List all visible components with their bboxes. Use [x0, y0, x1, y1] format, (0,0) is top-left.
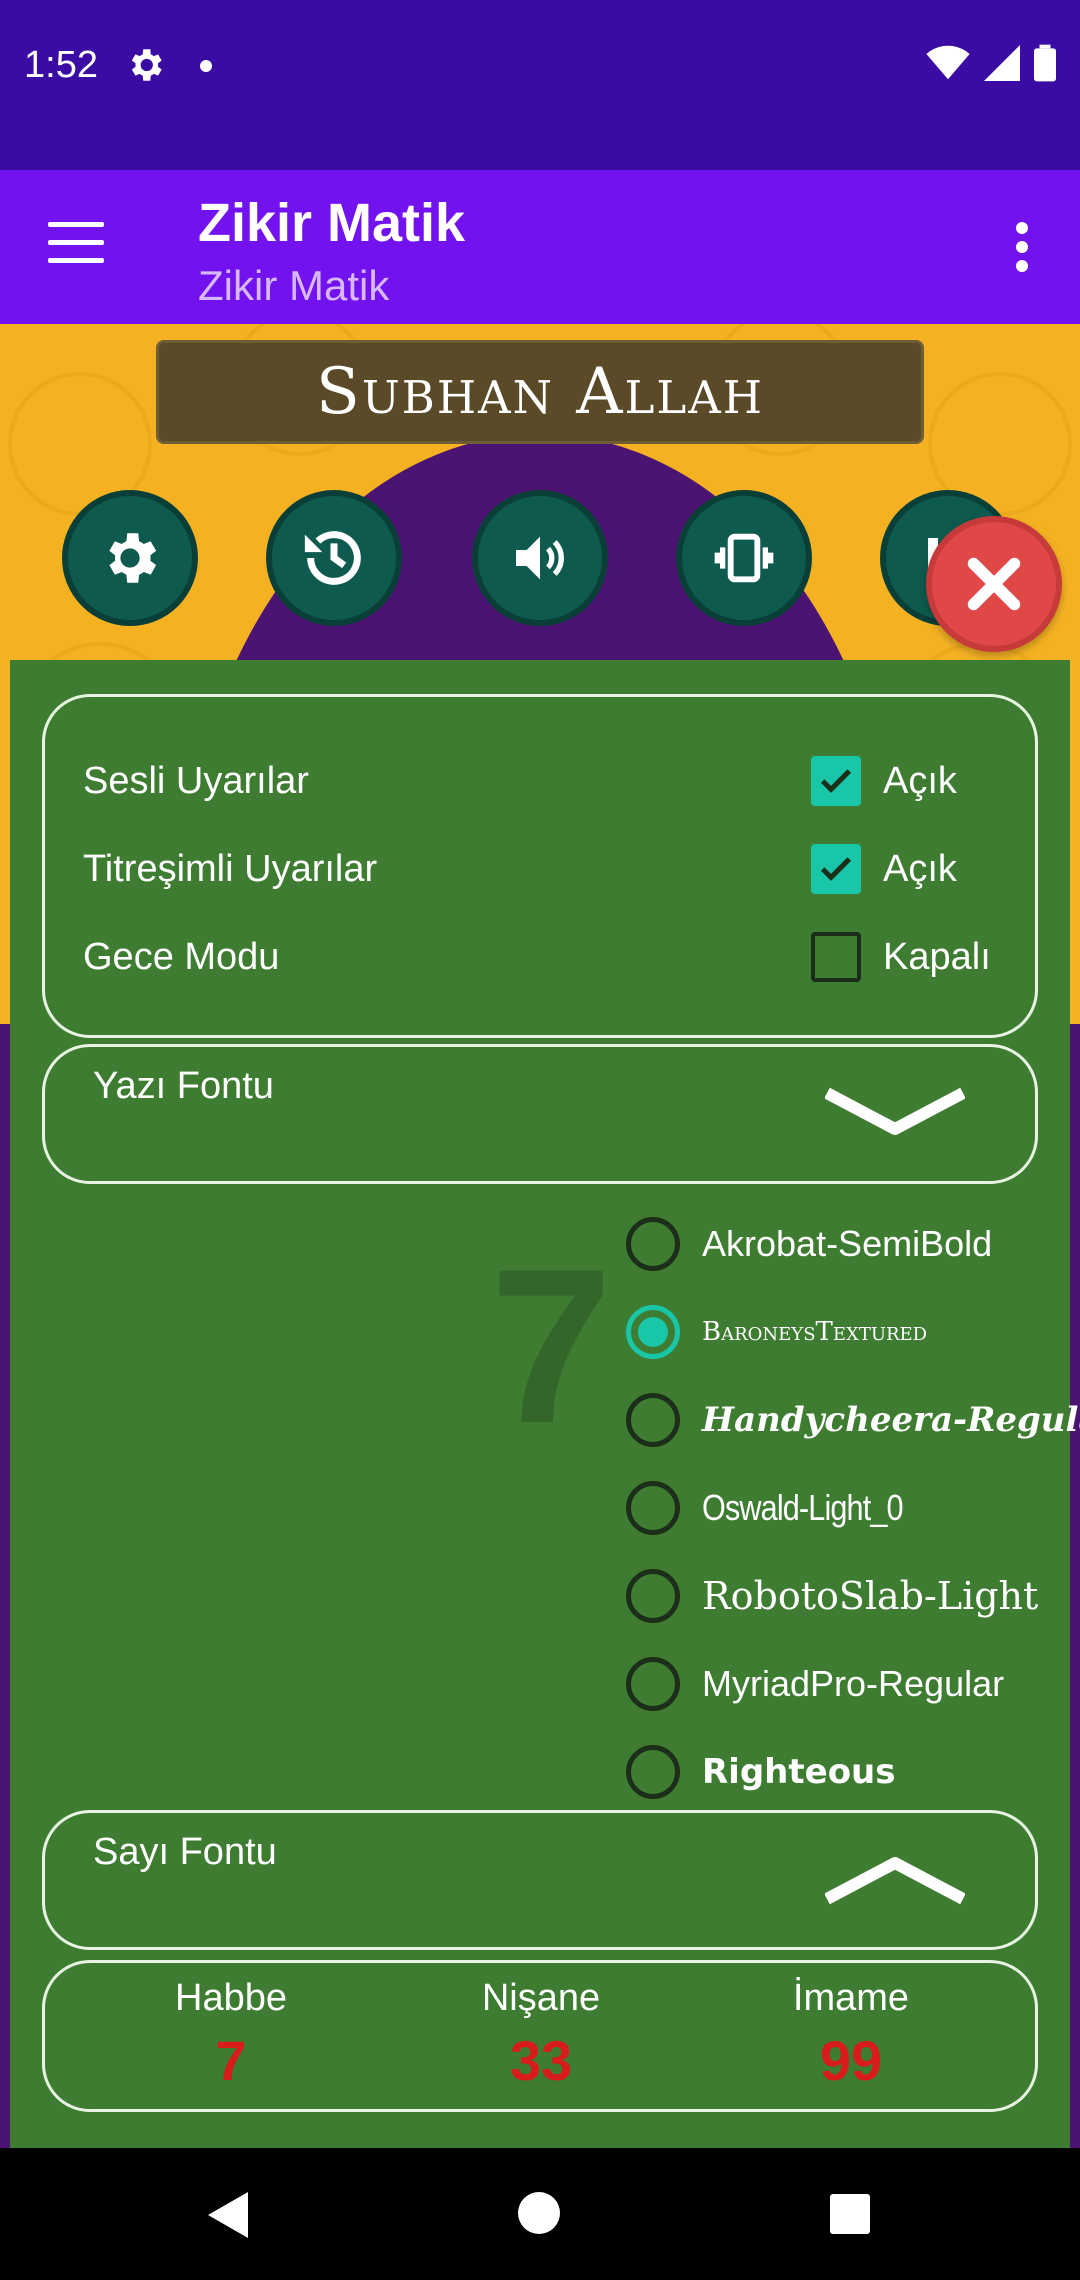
setting-label: Titreşimli Uyarılar	[83, 847, 378, 890]
font-option-oswald[interactable]: Oswald-Light_0	[626, 1464, 1066, 1552]
radio-button-selected[interactable]	[626, 1305, 680, 1359]
notification-dot-icon	[200, 60, 212, 72]
radio-button[interactable]	[626, 1657, 680, 1711]
font-option-label: RobotoSlab-Light	[702, 1574, 1039, 1618]
radio-dot	[638, 1317, 668, 1347]
history-icon	[304, 531, 361, 585]
radio-button[interactable]	[626, 1569, 680, 1623]
app-title: Zikir Matik	[198, 193, 466, 253]
setting-label: Sesli Uyarılar	[83, 759, 309, 802]
counts-box: Habbe 7 Nişane 33 İmame 99	[42, 1960, 1038, 2112]
vibration-checkbox[interactable]	[811, 844, 861, 894]
navigation-bar	[0, 2148, 1080, 2280]
history-button[interactable]	[266, 490, 402, 626]
setting-value: Kapalı	[883, 935, 991, 978]
setting-row-sound[interactable]: Sesli Uyarılar Açık	[83, 751, 1003, 811]
home-icon[interactable]	[518, 2192, 560, 2234]
setting-label: Gece Modu	[83, 935, 280, 978]
status-time: 1:52	[24, 44, 98, 86]
hamburger-menu-icon[interactable]	[48, 222, 104, 272]
count-nisane: Nişane 33	[391, 1977, 691, 2093]
back-icon[interactable]	[208, 2192, 248, 2238]
battery-icon	[1034, 44, 1056, 82]
font-option-handycheera[interactable]: Handycheera-Regular	[626, 1376, 1080, 1464]
settings-button[interactable]	[62, 490, 198, 626]
font-option-robotoslab[interactable]: RobotoSlab-Light	[626, 1552, 1066, 1640]
count-title: Nişane	[481, 1977, 601, 2019]
gear-icon	[109, 533, 157, 583]
overflow-menu-icon[interactable]	[1016, 222, 1030, 272]
count-imame: İmame 99	[701, 1977, 1001, 2093]
count-title: Habbe	[175, 1977, 287, 2019]
setting-value: Açık	[883, 759, 957, 802]
wifi-icon	[926, 45, 970, 80]
font-option-label: Akrobat-SemiBold	[702, 1223, 993, 1264]
settings-gear-icon	[131, 49, 162, 81]
close-icon	[967, 557, 1021, 611]
zikr-title-banner: Subhan Allah	[156, 340, 924, 444]
radio-button[interactable]	[626, 1481, 680, 1535]
checkmark-icon	[820, 769, 852, 793]
setting-row-night-mode[interactable]: Gece Modu Kapalı	[83, 927, 1003, 987]
chevron-up-icon[interactable]	[825, 1851, 965, 1907]
count-value: 33	[509, 2029, 573, 2092]
status-bar: 1:52	[0, 0, 1080, 170]
chevron-down-icon[interactable]	[825, 1085, 965, 1141]
sound-checkbox[interactable]	[811, 756, 861, 806]
app-bar: Zikir Matik Zikir Matik	[0, 170, 1080, 324]
font-option-label: BaroneysTextured	[702, 1317, 928, 1347]
font-option-label: Oswald-Light_0	[702, 1487, 904, 1528]
number-font-dropdown[interactable]: Sayı Fontu	[42, 1810, 1038, 1950]
recent-apps-icon[interactable]	[830, 2194, 870, 2234]
zikr-title: Subhan Allah	[315, 355, 765, 429]
radio-button[interactable]	[626, 1217, 680, 1271]
count-value: 99	[819, 2029, 883, 2092]
font-option-baroneys[interactable]: BaroneysTextured	[626, 1288, 1066, 1376]
font-option-akrobat[interactable]: Akrobat-SemiBold	[626, 1200, 1066, 1288]
radio-button[interactable]	[626, 1393, 680, 1447]
text-font-dropdown[interactable]: Yazı Fontu	[42, 1044, 1038, 1184]
text-font-options: Akrobat-SemiBold BaroneysTextured Handyc…	[626, 1200, 1080, 1816]
text-font-label: Yazı Fontu	[93, 1065, 274, 1107]
vibration-button[interactable]	[676, 490, 812, 626]
font-option-righteous[interactable]: Righteous	[626, 1728, 1066, 1816]
setting-row-vibration[interactable]: Titreşimli Uyarılar Açık	[83, 839, 1003, 899]
number-font-label: Sayı Fontu	[93, 1831, 277, 1873]
count-title: İmame	[792, 1977, 910, 2019]
vibrate-icon	[714, 533, 774, 583]
alerts-settings-box: Sesli Uyarılar Açık Titreşimli Uyarılar …	[42, 694, 1038, 1038]
radio-button[interactable]	[626, 1745, 680, 1799]
setting-value: Açık	[883, 847, 957, 890]
counter-digit-background: 7	[490, 1223, 613, 1469]
night-mode-checkbox[interactable]	[811, 932, 861, 982]
count-value: 7	[215, 2029, 247, 2092]
count-habbe: Habbe 7	[81, 1977, 381, 2093]
app-subtitle: Zikir Matik	[198, 262, 390, 309]
cell-signal-icon	[984, 45, 1020, 81]
checkmark-icon	[820, 857, 852, 881]
close-button[interactable]	[926, 516, 1062, 652]
font-option-label: Handycheera-Regular	[702, 1400, 1080, 1440]
sound-button[interactable]	[472, 490, 608, 626]
font-option-myriad[interactable]: MyriadPro-Regular	[626, 1640, 1066, 1728]
settings-panel: 7 Sesli Uyarılar Açık Titreşimli Uyarıla…	[10, 660, 1080, 2148]
font-option-label: MyriadPro-Regular	[702, 1663, 1005, 1704]
font-option-label: Righteous	[702, 1752, 896, 1792]
volume-icon	[516, 536, 564, 580]
